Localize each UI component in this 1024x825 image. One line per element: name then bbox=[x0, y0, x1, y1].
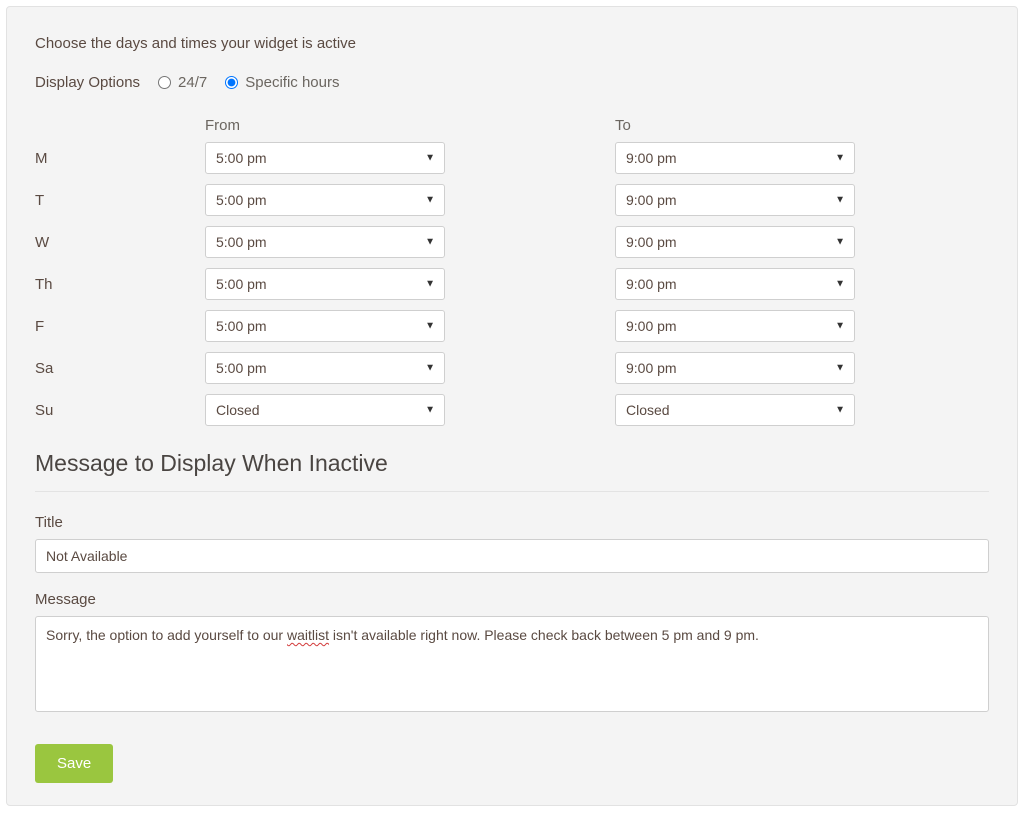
to-time-select[interactable]: Closed bbox=[615, 394, 855, 426]
from-time-select[interactable]: Closed bbox=[205, 394, 445, 426]
from-time-select[interactable]: 5:00 pm bbox=[205, 268, 445, 300]
schedule-grid: From To M5:00 pm▼9:00 pm▼ T5:00 pm▼9:00 p… bbox=[35, 117, 989, 426]
inactive-section-heading: Message to Display When Inactive bbox=[35, 450, 989, 477]
from-time-select[interactable]: 5:00 pm bbox=[205, 142, 445, 174]
day-label: Sa bbox=[35, 360, 205, 377]
from-time-select[interactable]: 5:00 pm bbox=[205, 352, 445, 384]
to-time-select[interactable]: 9:00 pm bbox=[615, 352, 855, 384]
schedule-row: SuClosed▼Closed▼ bbox=[35, 394, 989, 426]
from-time-select[interactable]: 5:00 pm bbox=[205, 310, 445, 342]
display-options-row: Display Options 24/7 Specific hours bbox=[35, 74, 989, 91]
schedule-row: F5:00 pm▼9:00 pm▼ bbox=[35, 310, 989, 342]
schedule-row: Th5:00 pm▼9:00 pm▼ bbox=[35, 268, 989, 300]
intro-text: Choose the days and times your widget is… bbox=[35, 35, 989, 52]
display-options-radio-group: 24/7 Specific hours bbox=[158, 74, 339, 91]
radio-specific-hours-input[interactable] bbox=[225, 76, 238, 89]
to-time-select[interactable]: 9:00 pm bbox=[615, 310, 855, 342]
day-label: T bbox=[35, 192, 205, 209]
header-to: To bbox=[615, 117, 989, 134]
to-time-select[interactable]: 9:00 pm bbox=[615, 226, 855, 258]
day-label: F bbox=[35, 318, 205, 335]
divider bbox=[35, 491, 989, 492]
schedule-header: From To bbox=[35, 117, 989, 134]
display-options-label: Display Options bbox=[35, 74, 140, 91]
radio-247-input[interactable] bbox=[158, 76, 171, 89]
message-field-group: Message Sorry, the option to add yoursel… bbox=[35, 591, 989, 712]
title-input[interactable] bbox=[35, 539, 989, 573]
to-time-select[interactable]: 9:00 pm bbox=[615, 142, 855, 174]
message-text-after: isn't available right now. Please check … bbox=[329, 627, 759, 643]
to-time-select[interactable]: 9:00 pm bbox=[615, 184, 855, 216]
header-from: From bbox=[205, 117, 615, 134]
schedule-row: M5:00 pm▼9:00 pm▼ bbox=[35, 142, 989, 174]
schedule-row: T5:00 pm▼9:00 pm▼ bbox=[35, 184, 989, 216]
schedule-row: W5:00 pm▼9:00 pm▼ bbox=[35, 226, 989, 258]
from-time-select[interactable]: 5:00 pm bbox=[205, 226, 445, 258]
day-label: M bbox=[35, 150, 205, 167]
day-label: Th bbox=[35, 276, 205, 293]
save-button[interactable]: Save bbox=[35, 744, 113, 783]
day-label: Su bbox=[35, 402, 205, 419]
title-label: Title bbox=[35, 514, 989, 531]
from-time-select[interactable]: 5:00 pm bbox=[205, 184, 445, 216]
day-label: W bbox=[35, 234, 205, 251]
message-label: Message bbox=[35, 591, 989, 608]
schedule-row: Sa5:00 pm▼9:00 pm▼ bbox=[35, 352, 989, 384]
settings-panel: Choose the days and times your widget is… bbox=[6, 6, 1018, 806]
radio-specific-hours[interactable]: Specific hours bbox=[225, 74, 339, 91]
radio-specific-hours-label: Specific hours bbox=[245, 74, 339, 91]
to-time-select[interactable]: 9:00 pm bbox=[615, 268, 855, 300]
message-text-misspelled: waitlist bbox=[287, 627, 329, 643]
message-text-before: Sorry, the option to add yourself to our bbox=[46, 627, 287, 643]
message-textarea[interactable]: Sorry, the option to add yourself to our… bbox=[35, 616, 989, 712]
radio-247-label: 24/7 bbox=[178, 74, 207, 91]
radio-247[interactable]: 24/7 bbox=[158, 74, 207, 91]
title-field-group: Title bbox=[35, 514, 989, 573]
